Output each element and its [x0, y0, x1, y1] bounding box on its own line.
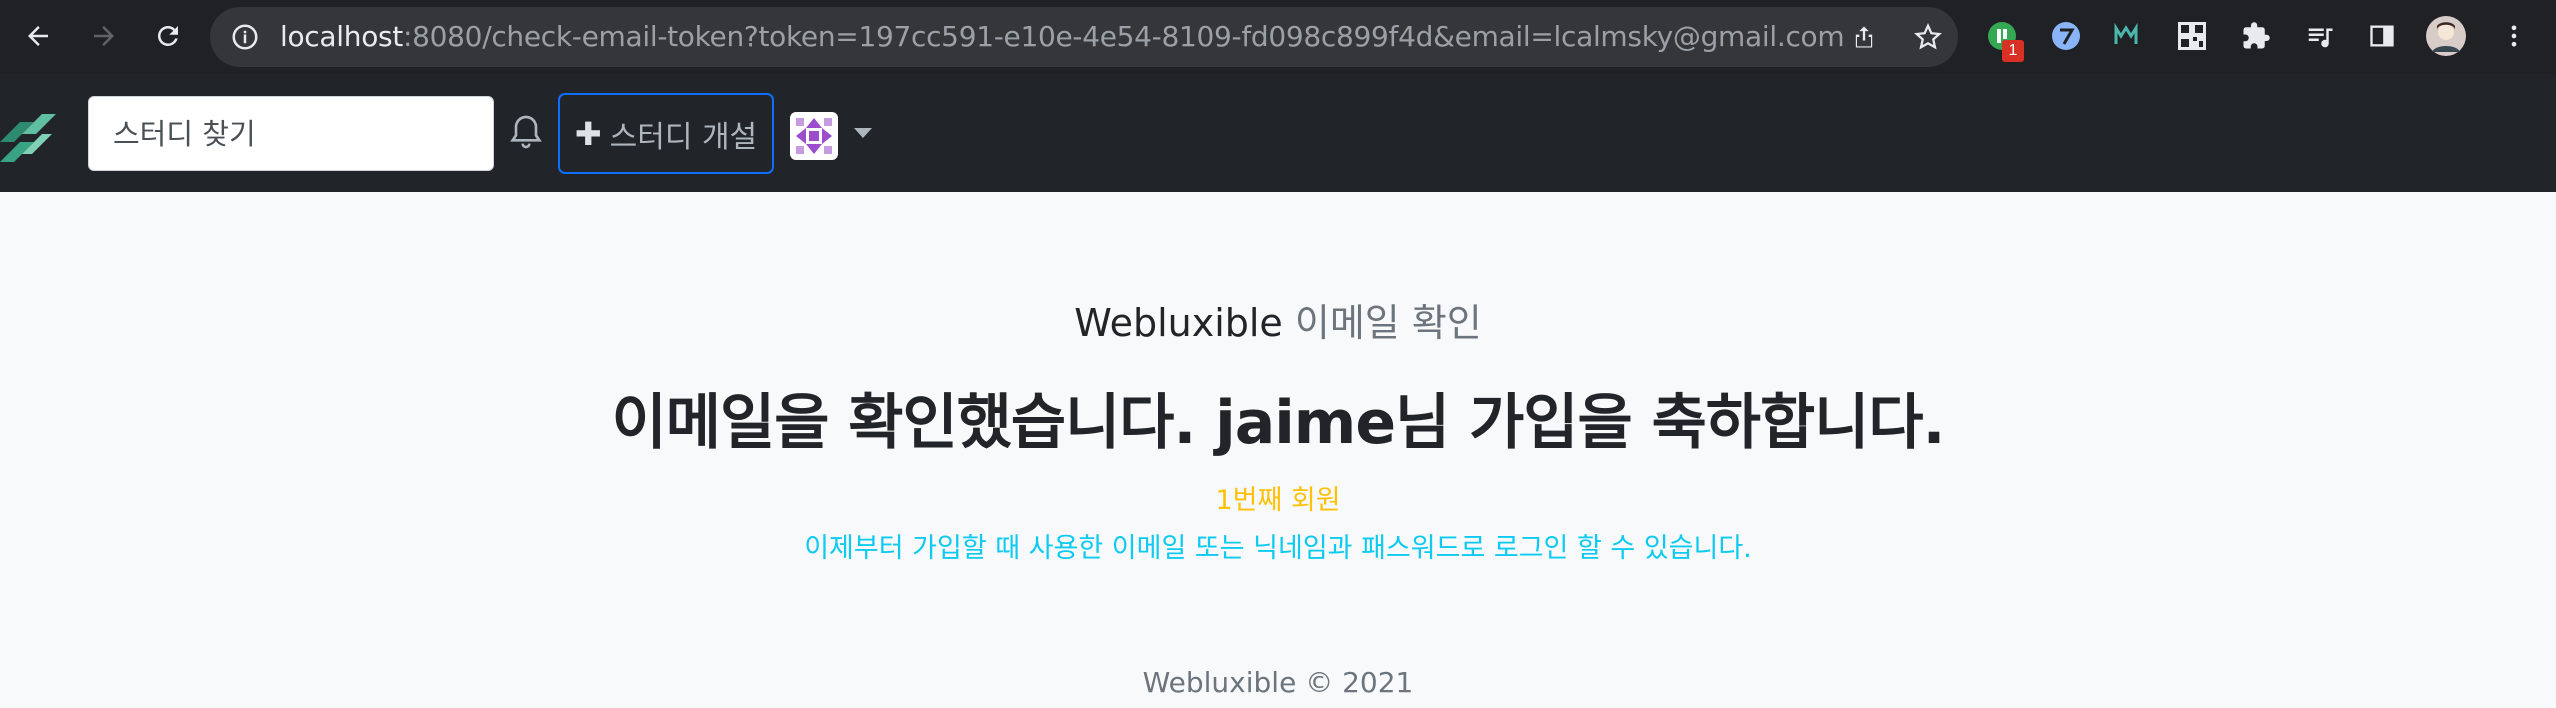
extension-badge: 1 — [2002, 40, 2024, 62]
share-button[interactable] — [1846, 19, 1882, 55]
chrome-menu-button[interactable] — [2494, 16, 2534, 56]
url-text[interactable]: localhost:8080/check-email-token?token=1… — [280, 7, 1845, 67]
profile-button[interactable] — [2426, 16, 2466, 56]
main-content: Webluxible 이메일 확인 이메일을 확인했습니다. jaime님 가입… — [0, 192, 2556, 708]
plus-icon: ✚ — [574, 114, 602, 153]
identicon-icon — [792, 114, 836, 158]
new-study-label: 스터디 개설 — [609, 119, 758, 155]
info-icon[interactable] — [230, 22, 260, 52]
arrow-right-icon — [94, 26, 114, 46]
extension-1[interactable]: 1 — [1982, 16, 2024, 62]
member-number-text: 1번째 회원 — [1215, 485, 1341, 516]
playlist-icon — [2308, 28, 2333, 48]
study-search-input[interactable] — [88, 96, 494, 171]
forward-button[interactable] — [80, 12, 128, 60]
extension-2[interactable] — [2046, 16, 2086, 56]
extension-logo-icon — [2052, 22, 2080, 50]
subtitle-text: 이메일 확인 — [1282, 301, 1482, 345]
reload-icon — [157, 25, 178, 46]
app-navbar: ✚ 스터디 개설 — [0, 74, 2556, 192]
side-panel-button[interactable] — [2362, 16, 2402, 56]
star-icon — [1914, 23, 1942, 50]
profile-avatar-icon — [2426, 16, 2466, 56]
caret-down-icon[interactable] — [852, 126, 874, 140]
url-host: localhost — [280, 20, 403, 53]
share-icon — [1855, 26, 1873, 48]
arrow-left-icon — [28, 26, 48, 46]
qr-code-icon — [2178, 22, 2206, 50]
extensions-button[interactable] — [2236, 16, 2276, 56]
new-study-button[interactable]: ✚ 스터디 개설 — [558, 93, 774, 174]
bookmark-button[interactable] — [1910, 19, 1946, 55]
media-control-button[interactable] — [2300, 16, 2340, 56]
brand-logo[interactable] — [0, 104, 56, 164]
confirmation-headline: 이메일을 확인했습니다. jaime님 가입을 축하합니다. — [611, 388, 1946, 458]
extension-4[interactable] — [2172, 16, 2212, 56]
footer-copyright: Webluxible © 2021 — [1142, 666, 1414, 699]
login-info-text: 이제부터 가입할 때 사용한 이메일 또는 닉네임과 패스워드로 로그인 할 수… — [804, 533, 1752, 564]
page-subtitle: Webluxible 이메일 확인 — [0, 292, 2556, 347]
user-avatar[interactable] — [790, 112, 838, 160]
brand-name: Webluxible — [1074, 301, 1283, 345]
puzzle-icon — [2243, 22, 2270, 49]
extension-logo-icon — [2112, 22, 2140, 50]
extension-3[interactable] — [2106, 16, 2146, 56]
url-path: :8080/check-email-token?token=197cc591-e… — [403, 20, 1845, 53]
back-button[interactable] — [14, 12, 62, 60]
more-vertical-icon — [2511, 25, 2517, 47]
reload-button[interactable] — [144, 12, 192, 60]
side-panel-icon — [2370, 25, 2394, 47]
bell-icon[interactable] — [506, 112, 546, 152]
browser-toolbar: localhost:8080/check-email-token?token=1… — [0, 0, 2556, 74]
address-bar[interactable]: localhost:8080/check-email-token?token=1… — [210, 7, 1958, 67]
logo-icon — [0, 114, 56, 162]
